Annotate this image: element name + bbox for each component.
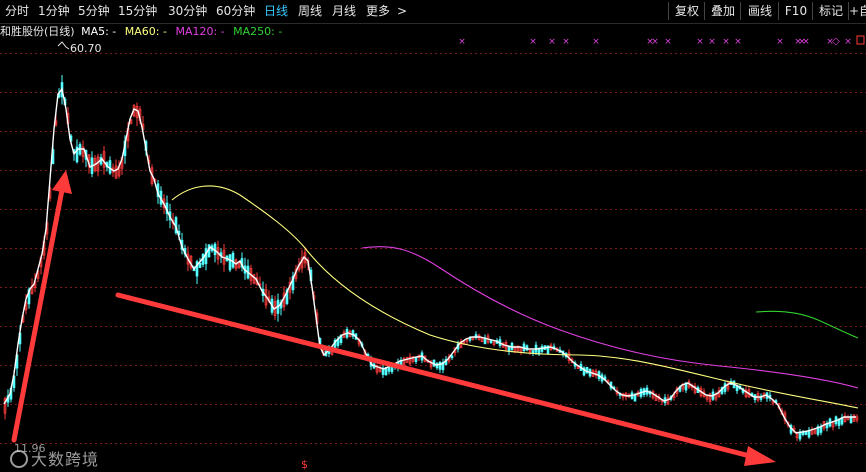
event-marker-icon: × xyxy=(651,37,659,47)
down-candle xyxy=(108,160,112,174)
down-candle xyxy=(438,362,442,370)
event-marker-icon: × xyxy=(548,37,556,47)
ma250-line xyxy=(755,310,859,339)
high-price-pointer xyxy=(57,41,70,50)
down-candle xyxy=(228,254,232,271)
diamond-marker-icon: ◇ xyxy=(832,36,840,47)
event-dollar-marker: $ xyxy=(301,458,308,471)
down-candle xyxy=(231,252,235,268)
uptrend-arrow-shaft xyxy=(11,187,65,443)
event-marker-icon: × xyxy=(802,37,810,47)
down-candle xyxy=(198,262,202,268)
downtrend-arrow-shaft xyxy=(115,292,753,459)
watermark: 大数跨境 xyxy=(10,446,99,470)
downtrend-arrow-head xyxy=(744,446,776,466)
kline-chart[interactable]: × × × × × ×× × × × × × × ××× × ×◇60.7011.96$ xyxy=(0,0,866,472)
down-candle xyxy=(819,426,823,433)
event-marker-icon: × xyxy=(592,37,600,47)
uptrend-arrow-head xyxy=(52,170,72,194)
square-marker-icon xyxy=(856,35,865,45)
event-marker-icon: × xyxy=(562,37,570,47)
watermark-logo-icon xyxy=(10,450,28,468)
down-candle xyxy=(489,340,493,344)
event-marker-icon: × xyxy=(844,37,852,47)
event-marker-icon: × xyxy=(664,37,672,47)
event-marker-icon: × xyxy=(529,37,537,47)
event-marker-icon: × xyxy=(708,37,716,47)
event-marker-icon: × xyxy=(734,37,742,47)
down-candle xyxy=(801,432,805,435)
watermark-text: 大数跨境 xyxy=(31,450,100,469)
event-marker-icon: × xyxy=(722,37,730,47)
event-marker-icon: × xyxy=(458,37,466,47)
down-candle xyxy=(450,355,454,359)
event-marker-icon: × xyxy=(696,37,704,47)
high-price-label: 60.70 xyxy=(70,42,102,55)
down-candle xyxy=(633,394,637,402)
down-candle xyxy=(804,431,808,435)
event-marker-icon: × xyxy=(776,37,784,47)
